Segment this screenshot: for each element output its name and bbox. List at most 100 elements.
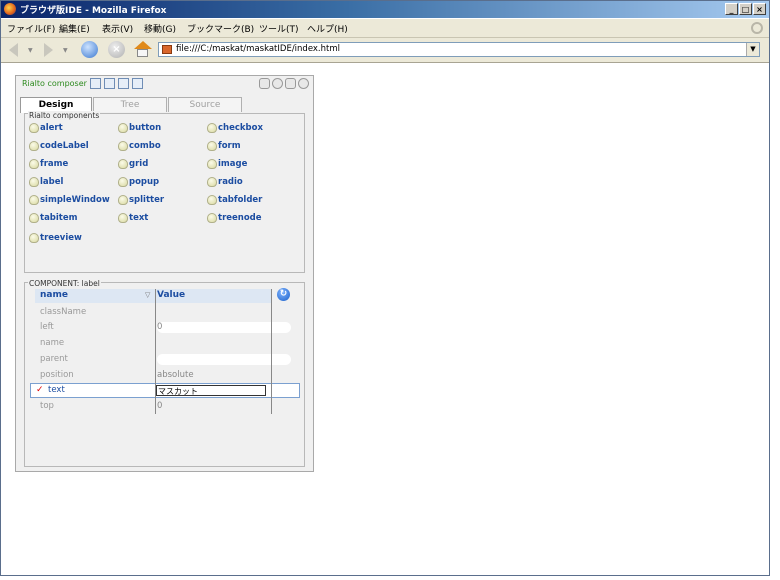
sort-icon[interactable]: ▽ — [145, 291, 150, 299]
component-popup[interactable]: popup — [118, 177, 159, 187]
component-alert[interactable]: alert — [29, 123, 63, 133]
property-row[interactable]: parent — [35, 353, 291, 366]
component-button[interactable]: button — [118, 123, 161, 133]
component-label: codeLabel — [40, 141, 89, 151]
component-treenode[interactable]: treenode — [207, 213, 262, 223]
browser-window: ブラウザ版IDE - Mozilla Firefox _ □ × ファイル(F)… — [0, 0, 770, 576]
component-icon — [118, 177, 128, 187]
url-dropdown-icon[interactable]: ▼ — [746, 43, 759, 56]
column-divider[interactable] — [155, 289, 156, 414]
menu-file[interactable]: ファイル(F) — [7, 22, 55, 35]
url-text[interactable]: file:///C:/maskat/maskatIDE/index.html — [176, 44, 340, 54]
panel-toolbar — [90, 78, 143, 89]
move-right-icon[interactable] — [118, 78, 129, 89]
menu-help[interactable]: ヘルプ(H) — [307, 22, 348, 35]
component-label: label — [40, 177, 64, 187]
component-tabfolder[interactable]: tabfolder — [207, 195, 262, 205]
component-label: tabitem — [40, 213, 78, 223]
zoom-icon[interactable] — [90, 78, 101, 89]
component-codelabel[interactable]: codeLabel — [29, 141, 89, 151]
property-row[interactable]: className — [35, 306, 287, 319]
back-arrow-icon — [9, 43, 18, 57]
menu-tools[interactable]: ツール(T) — [259, 22, 299, 35]
property-row[interactable]: left 0 — [35, 321, 291, 334]
url-bar[interactable]: file:///C:/maskat/maskatIDE/index.html ▼ — [158, 42, 760, 57]
back-button[interactable] — [7, 41, 25, 59]
property-name: position — [40, 370, 74, 380]
component-text[interactable]: text — [118, 213, 148, 223]
firefox-icon — [4, 3, 16, 15]
property-row-selected[interactable]: ✓ text マスカット — [30, 383, 300, 398]
properties-group: COMPONENT: label name ▽ Value ↻ classNam… — [24, 279, 305, 467]
component-label: grid — [129, 159, 149, 169]
window-controls: _ □ × — [725, 3, 766, 15]
component-tabitem[interactable]: tabitem — [29, 213, 77, 223]
property-name: parent — [40, 354, 68, 364]
component-label: treeview — [40, 233, 82, 243]
value-column-header[interactable]: Value — [157, 290, 185, 300]
property-row[interactable]: top 0 — [35, 400, 287, 413]
menu-edit[interactable]: 編集(E) — [59, 22, 90, 35]
component-image[interactable]: image — [207, 159, 247, 169]
component-label: radio — [218, 177, 243, 187]
component-label: tabfolder — [218, 195, 263, 205]
close-button[interactable]: × — [753, 3, 766, 15]
component-form[interactable]: form — [207, 141, 241, 151]
component-label: text — [129, 213, 149, 223]
move-left-icon[interactable] — [104, 78, 115, 89]
forward-button[interactable] — [39, 41, 57, 59]
column-divider-right[interactable] — [271, 289, 272, 414]
name-column-header[interactable]: name — [40, 290, 68, 300]
component-splitter[interactable]: splitter — [118, 195, 164, 205]
component-icon — [207, 213, 217, 223]
throbber-icon — [751, 22, 763, 34]
properties-header: name ▽ Value — [35, 289, 271, 303]
property-name: name — [40, 338, 65, 348]
components-group: Rialto components alert button checkbox … — [24, 111, 305, 273]
property-row[interactable]: name — [35, 337, 287, 350]
property-value: absolute — [157, 370, 194, 380]
component-label[interactable]: label — [29, 177, 63, 187]
component-icon — [29, 195, 39, 205]
maximize-button[interactable]: □ — [739, 3, 752, 15]
component-icon — [207, 195, 217, 205]
property-name: top — [40, 401, 54, 411]
copy-icon[interactable] — [285, 78, 296, 89]
tab-source[interactable]: Source — [168, 97, 242, 112]
component-combo[interactable]: combo — [118, 141, 161, 151]
new-file-icon[interactable] — [259, 78, 270, 89]
component-checkbox[interactable]: checkbox — [207, 123, 263, 133]
property-value-input[interactable]: マスカット — [156, 385, 266, 396]
component-label: frame — [40, 159, 69, 169]
stop-icon[interactable]: × — [108, 41, 125, 58]
home-icon[interactable] — [134, 41, 152, 58]
tab-tree[interactable]: Tree — [93, 97, 167, 112]
component-icon — [207, 141, 217, 151]
settings-icon[interactable] — [272, 78, 283, 89]
page-favicon-icon — [162, 45, 172, 54]
refresh-icon[interactable]: ↻ — [277, 288, 290, 301]
component-icon — [207, 123, 217, 133]
reload-icon[interactable] — [81, 41, 98, 58]
component-icon — [29, 123, 39, 133]
navigation-toolbar: ▼ ▼ × file:///C:/maskat/maskatIDE/index.… — [1, 38, 769, 63]
move-up-icon[interactable] — [132, 78, 143, 89]
menu-view[interactable]: 表示(V) — [102, 22, 133, 35]
minimize-button[interactable]: _ — [725, 3, 738, 15]
component-frame[interactable]: frame — [29, 159, 68, 169]
component-grid[interactable]: grid — [118, 159, 148, 169]
panel-title: Rialto composer — [22, 79, 87, 88]
remove-icon[interactable] — [298, 78, 309, 89]
menu-bookmarks[interactable]: ブックマーク(B) — [187, 22, 254, 35]
back-history-icon[interactable]: ▼ — [28, 47, 33, 54]
component-icon — [118, 141, 128, 151]
component-icon — [207, 177, 217, 187]
check-icon: ✓ — [36, 385, 44, 395]
property-row[interactable]: position absolute — [35, 369, 287, 382]
menu-go[interactable]: 移動(G) — [144, 22, 176, 35]
component-radio[interactable]: radio — [207, 177, 243, 187]
component-treeview[interactable]: treeview — [29, 233, 82, 243]
component-label: combo — [129, 141, 161, 151]
component-simplewindow[interactable]: simpleWindow — [29, 195, 110, 205]
forward-history-icon[interactable]: ▼ — [63, 47, 68, 54]
